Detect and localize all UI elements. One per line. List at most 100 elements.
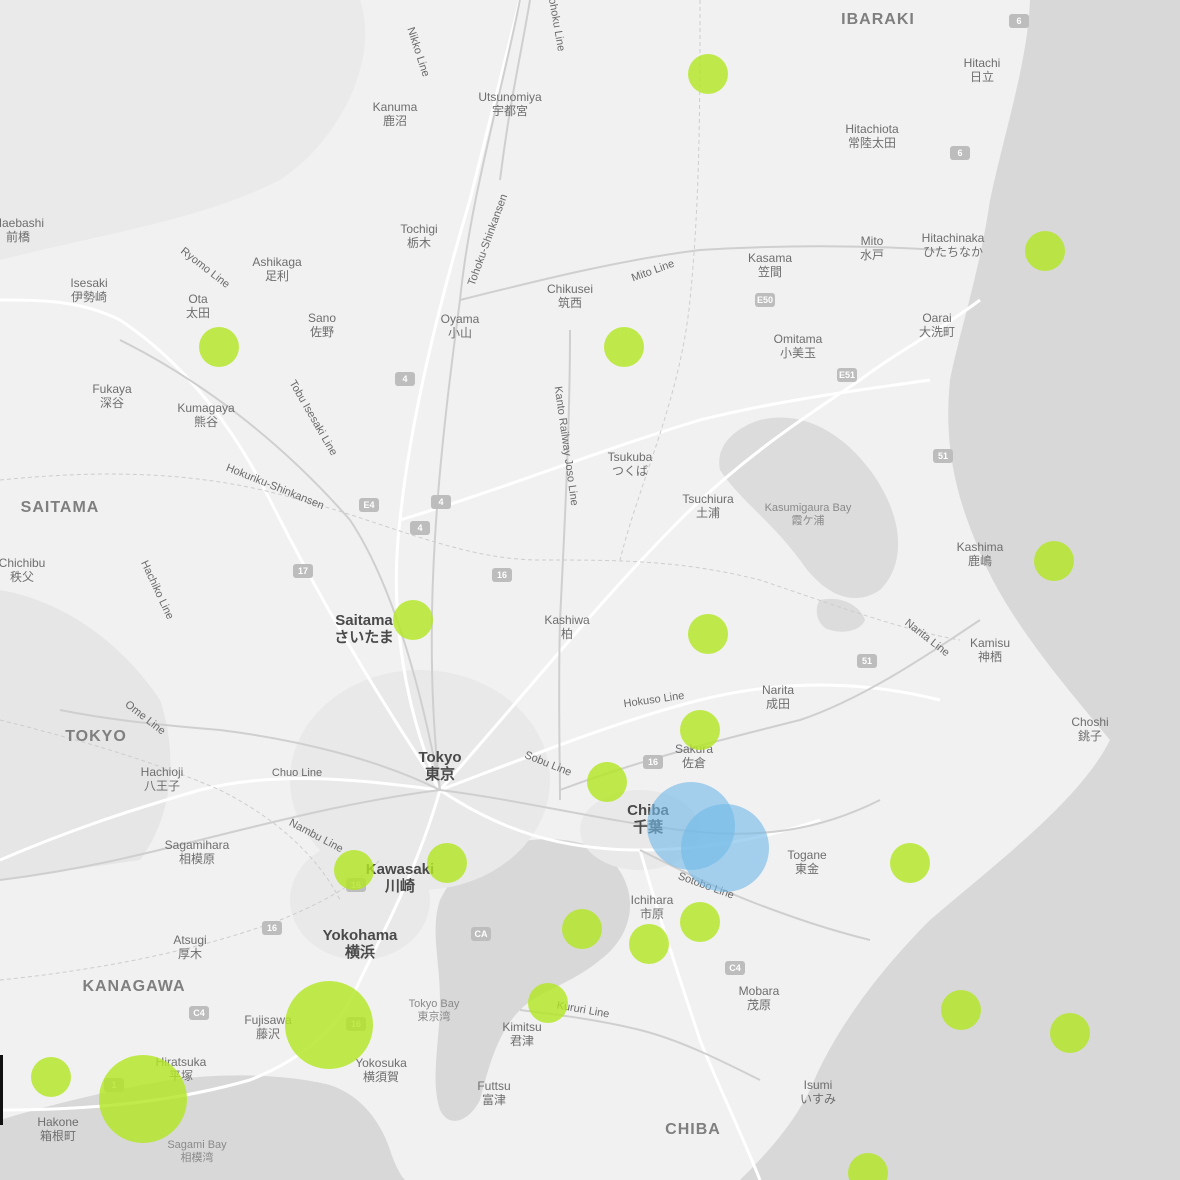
city-name-jp: 足利 (264, 269, 289, 283)
city-label-hitachi: Hitachi 日立 (964, 56, 1001, 84)
city-name-en: Mobara (738, 984, 780, 998)
city-label-kawasaki: Kawasaki 川崎 (366, 861, 434, 895)
city-label-yokosuka: Yokosuka 横須賀 (355, 1056, 407, 1084)
city-name-en: Kimitsu (502, 1020, 542, 1034)
city-name-jp: 箱根町 (39, 1129, 76, 1143)
city-label-ota: Ota 太田 (186, 292, 210, 320)
city-name-jp: 前橋 (5, 230, 30, 244)
map-marker-green[interactable] (679, 901, 720, 942)
city-name-en: Kanuma (372, 100, 418, 114)
map-marker-green[interactable] (284, 981, 373, 1070)
left-edge-bar (0, 1055, 3, 1125)
map-marker-green[interactable] (561, 909, 602, 950)
city-label-tokyo: Tokyo 東京 (418, 749, 461, 783)
city-name-en: Kasama (747, 251, 793, 265)
map-marker-green[interactable] (679, 710, 720, 751)
city-label-sano: Sano 佐野 (308, 311, 336, 339)
city-name-en: Tochigi (400, 222, 438, 236)
city-label-atsugi: Atsugi 厚木 (173, 933, 206, 961)
city-name-en: Atsugi (173, 933, 207, 947)
region-label-ibaraki: IBARAKI (841, 11, 915, 28)
city-name-jp: 東京 (424, 766, 455, 783)
map-marker-green[interactable] (890, 842, 931, 883)
map-marker-green[interactable] (586, 761, 627, 802)
city-name-jp: つくば (611, 464, 649, 478)
city-label-kanuma: Kanuma 鹿沼 (373, 100, 418, 128)
city-label-hitachinaka: Hitachinaka ひたちなか (922, 231, 985, 259)
city-name-en: Hitachiota (845, 122, 899, 136)
city-name-en: Tokyo (418, 749, 462, 766)
city-label-oyama: Oyama 小山 (441, 312, 480, 340)
city-name-jp: 小美玉 (779, 346, 816, 360)
city-name-jp: 東金 (794, 862, 819, 876)
map-marker-green[interactable] (629, 924, 669, 964)
city-name-jp: 神栖 (977, 650, 1003, 664)
city-label-mobara: Mobara 茂原 (739, 984, 780, 1012)
city-name-en: Maebashi (0, 216, 45, 230)
city-label-kashiwa: Kashiwa 柏 (544, 613, 589, 641)
city-name-jp: 鹿沼 (382, 114, 408, 128)
city-name-jp: 筑西 (557, 296, 582, 310)
city-label-mito: Mito 水戸 (860, 234, 884, 262)
city-name-jp: 伊勢崎 (70, 290, 108, 304)
map-marker-green[interactable] (1025, 230, 1066, 271)
map-marker-green[interactable] (426, 842, 467, 883)
map-marker-green[interactable] (199, 326, 240, 367)
city-name-en: Togane (787, 848, 827, 862)
city-name-en: Ichihara (630, 893, 674, 907)
city-label-tsuchiura: Tsuchiura 土浦 (682, 492, 733, 520)
map-marker-green[interactable] (334, 850, 374, 891)
route-shield: 4 (431, 495, 451, 509)
city-label-hachioji: Hachioji 八王子 (141, 765, 184, 793)
city-label-ashikaga: Ashikaga 足利 (252, 255, 301, 283)
city-label-kimitsu: Kimitsu 君津 (502, 1020, 541, 1048)
city-label-oarai: Oarai 大洗町 (919, 311, 955, 339)
route-shield: C4 (725, 961, 745, 975)
city-name-jp: 秩父 (9, 570, 35, 584)
map-marker-green[interactable] (1050, 1012, 1091, 1053)
region-label-chiba: CHIBA (665, 1121, 721, 1138)
city-name-jp: さいたま (334, 629, 394, 646)
city-name-jp: 横須賀 (362, 1070, 400, 1084)
city-label-sagamihara: Sagamihara 相模原 (165, 838, 230, 866)
city-label-utsunomiya: Utsunomiya 宇都宮 (478, 90, 541, 118)
city-name-en: Mito (860, 234, 884, 248)
city-label-ichihara: Ichihara 市原 (631, 893, 674, 921)
map-marker-blue[interactable] (680, 804, 769, 893)
city-name-en: Kawasaki (365, 861, 435, 878)
basemap (0, 0, 1180, 1180)
city-name-jp: 小山 (447, 326, 472, 340)
city-name-jp: 市原 (639, 907, 665, 921)
water-name-en: Kasumigaura Bay (764, 502, 852, 514)
city-label-futtsu: Futtsu 富津 (477, 1079, 510, 1107)
city-name-jp: 厚木 (177, 947, 203, 961)
water-label-sagami-bay: Sagami Bay 相模湾 (167, 1139, 226, 1165)
map-marker-green[interactable] (99, 1054, 188, 1143)
map-marker-green[interactable] (603, 326, 644, 367)
route-shield: 51 (857, 654, 877, 668)
city-name-jp: 太田 (185, 306, 211, 320)
city-name-jp: 鹿嶋 (967, 554, 992, 568)
region-label-saitama: SAITAMA (20, 499, 100, 516)
city-name-en: Sano (307, 311, 337, 325)
city-name-en: Futtsu (477, 1079, 511, 1093)
city-name-en: Hitachinaka (921, 231, 985, 245)
map-marker-green[interactable] (30, 1056, 71, 1097)
city-label-tsukuba: Tsukuba つくば (608, 450, 653, 478)
map-marker-green[interactable] (688, 53, 728, 94)
route-shield: 16 (492, 568, 512, 582)
city-name-jp: 川崎 (384, 878, 416, 895)
city-label-hitachiota: Hitachiota 常陸太田 (845, 122, 898, 150)
city-name-en: Chichibu (0, 556, 46, 570)
map-marker-green[interactable] (940, 990, 981, 1031)
city-name-en: Tsuchiura (682, 492, 734, 506)
water-name-en: Tokyo Bay (408, 998, 460, 1010)
map-marker-green[interactable] (527, 983, 568, 1023)
map-marker-green[interactable] (1033, 540, 1074, 581)
map-marker-green[interactable] (688, 614, 728, 655)
city-name-jp: 水戸 (859, 248, 885, 262)
map-marker-green[interactable] (393, 599, 433, 640)
city-name-jp: 銚子 (1077, 729, 1103, 743)
map-canvas[interactable]: IBARAKI SAITAMA TOKYO KANAGAWA CHIBA Utsunomi… (0, 0, 1180, 1180)
city-name-jp: 横浜 (344, 944, 375, 961)
